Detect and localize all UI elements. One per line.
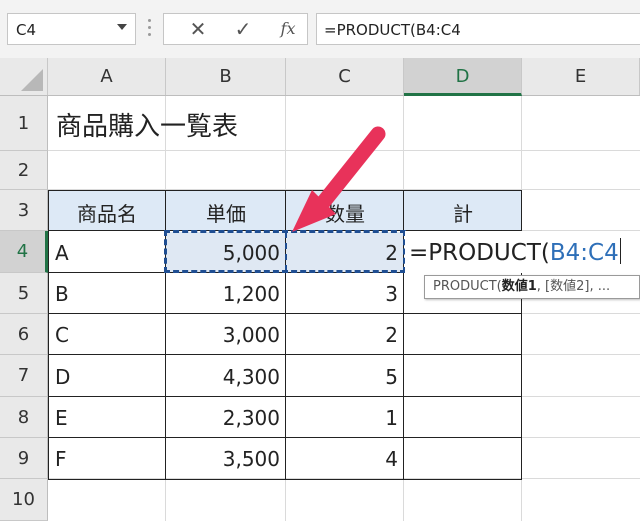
column-header-b[interactable]: B [166,58,286,95]
row-header-4[interactable]: 4 [0,231,48,273]
column-header-e[interactable]: E [522,58,640,95]
insert-function-icon[interactable]: fx [268,14,308,44]
copy-range-divider [285,232,287,271]
select-all-icon [21,69,43,91]
cell-b5[interactable]: 1,200 [166,282,280,306]
enter-icon[interactable]: ✓ [223,14,263,44]
row-header-2[interactable]: 2 [0,151,48,190]
tooltip-arg1: 数値1 [501,279,537,294]
row-header-10[interactable]: 10 [0,479,48,521]
sheet-title[interactable]: 商品購入一覧表 [56,106,238,143]
cell-b8[interactable]: 2,300 [166,406,280,430]
column-header-a[interactable]: A [48,58,166,95]
formula-text: =PRODUCT(B4:C4 [324,21,461,39]
cell-a8[interactable]: E [55,406,68,430]
cancel-icon[interactable]: ✕ [178,14,218,44]
row-header-5[interactable]: 5 [0,273,48,314]
cell-a6[interactable]: C [55,323,69,347]
edit-prefix: =PRODUCT( [409,240,550,266]
select-all-button[interactable] [0,58,48,95]
cell-c8[interactable]: 1 [286,406,398,430]
row-header-9[interactable]: 9 [0,438,48,479]
formula-bar: C4 ✕ ✓ fx =PRODUCT(B4:C4 [0,0,640,58]
row-header-1[interactable]: 1 [0,96,48,151]
cell-c9[interactable]: 4 [286,447,398,471]
cell-b9[interactable]: 3,500 [166,447,280,471]
row-header-6[interactable]: 6 [0,314,48,355]
active-edit-cell[interactable]: =PRODUCT(B4:C4 [405,231,640,273]
edit-formula-text: =PRODUCT(B4:C4 [409,238,621,266]
cell-c6[interactable]: 2 [286,323,398,347]
cell-b7[interactable]: 4,300 [166,365,280,389]
column-header-d[interactable]: D [404,58,522,96]
text-caret [619,238,621,264]
tooltip-rest: , [数値2], ... [536,279,611,294]
cell-b6[interactable]: 3,000 [166,323,280,347]
cell-a5[interactable]: B [55,282,69,306]
formula-buttons: ✕ ✓ fx [163,13,308,45]
cell-c5[interactable]: 3 [286,282,398,306]
name-box-value: C4 [16,21,37,39]
drag-handle-icon[interactable] [148,19,152,39]
row-header-8[interactable]: 8 [0,397,48,438]
chevron-down-icon[interactable] [117,24,127,30]
cell-a7[interactable]: D [55,365,70,389]
cell-a4[interactable]: A [55,241,69,265]
name-box[interactable]: C4 [7,13,136,45]
cell-a9[interactable]: F [55,447,67,471]
tooltip-function: PRODUCT( [433,279,502,294]
column-headers: A B C D E [0,58,640,96]
function-tooltip[interactable]: PRODUCT(数値1, [数値2], ... [424,275,640,299]
column-header-c[interactable]: C [286,58,404,95]
edit-range-ref: B4:C4 [549,240,619,266]
cell-c7[interactable]: 5 [286,365,398,389]
row-header-3[interactable]: 3 [0,190,48,231]
formula-input[interactable]: =PRODUCT(B4:C4 [316,13,640,45]
row-header-7[interactable]: 7 [0,355,48,397]
